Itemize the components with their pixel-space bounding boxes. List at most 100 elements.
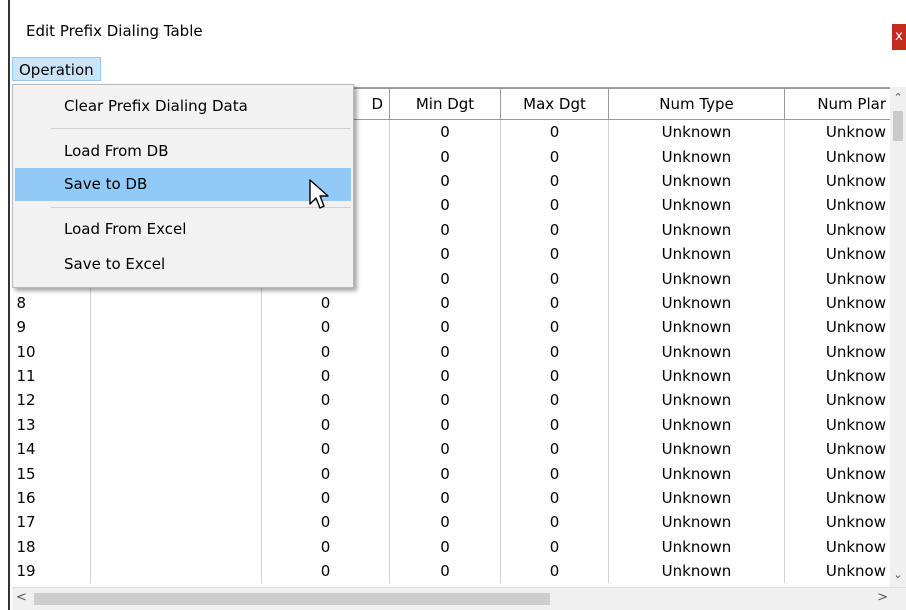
vertical-scroll-thumb[interactable] [893, 111, 903, 141]
max-dgt-cell[interactable]: 0 [500, 510, 609, 535]
num-type-cell[interactable]: Unknown [608, 339, 785, 364]
num-plan-cell[interactable]: Unknow [784, 412, 891, 438]
table-row[interactable]: 18 0 0 0 Unknown Unknow [12, 534, 891, 560]
num-type-cell[interactable]: Unknown [608, 290, 785, 316]
min-dgt-cell[interactable]: 0 [389, 241, 501, 267]
row-index-cell[interactable]: 15 [12, 461, 91, 486]
row-index-cell[interactable]: 13 [12, 412, 91, 438]
min-dgt-cell[interactable]: 0 [389, 315, 501, 340]
table-row[interactable]: 19 0 0 0 Unknown Unknow [12, 559, 891, 584]
chevron-right-icon[interactable]: > [877, 590, 888, 605]
row-cell[interactable]: 0 [261, 437, 390, 462]
table-row[interactable]: 16 0 0 0 Unknown Unknow [12, 485, 891, 511]
row-cell[interactable] [90, 461, 262, 486]
row-cell[interactable]: 0 [261, 290, 390, 316]
num-plan-cell[interactable]: Unknow [784, 290, 891, 316]
row-cell[interactable]: 0 [261, 412, 390, 438]
max-dgt-cell[interactable]: 0 [500, 193, 609, 218]
max-dgt-cell[interactable]: 0 [500, 437, 609, 462]
min-dgt-cell[interactable]: 0 [389, 266, 501, 291]
min-dgt-cell[interactable]: 0 [389, 461, 501, 486]
num-plan-cell[interactable]: Unknow [784, 217, 891, 242]
num-type-cell[interactable]: Unknown [608, 144, 785, 169]
num-type-cell[interactable]: Unknown [608, 388, 785, 413]
row-cell[interactable]: 0 [261, 363, 390, 389]
row-cell[interactable] [90, 485, 262, 511]
column-header-max-dgt[interactable]: Max Dgt [500, 88, 609, 120]
min-dgt-cell[interactable]: 0 [389, 339, 501, 364]
row-index-cell[interactable]: 10 [12, 339, 91, 364]
max-dgt-cell[interactable]: 0 [500, 485, 609, 511]
num-type-cell[interactable]: Unknown [608, 119, 785, 145]
max-dgt-cell[interactable]: 0 [500, 559, 609, 584]
num-plan-cell[interactable]: Unknow [784, 534, 891, 560]
row-index-cell[interactable]: 14 [12, 437, 91, 462]
row-cell[interactable]: 0 [261, 510, 390, 535]
horizontal-scroll-thumb[interactable] [34, 593, 550, 605]
min-dgt-cell[interactable]: 0 [389, 485, 501, 511]
row-index-cell[interactable]: 8 [12, 290, 91, 316]
table-row[interactable]: 14 0 0 0 Unknown Unknow [12, 437, 891, 462]
max-dgt-cell[interactable]: 0 [500, 534, 609, 560]
min-dgt-cell[interactable]: 0 [389, 168, 501, 194]
max-dgt-cell[interactable]: 0 [500, 388, 609, 413]
row-cell[interactable] [90, 534, 262, 560]
num-type-cell[interactable]: Unknown [608, 168, 785, 194]
max-dgt-cell[interactable]: 0 [500, 217, 609, 242]
max-dgt-cell[interactable]: 0 [500, 241, 609, 267]
row-cell[interactable] [90, 510, 262, 535]
num-type-cell[interactable]: Unknown [608, 559, 785, 584]
num-type-cell[interactable]: Unknown [608, 437, 785, 462]
num-type-cell[interactable]: Unknown [608, 534, 785, 560]
row-cell[interactable] [90, 388, 262, 413]
num-plan-cell[interactable]: Unknow [784, 363, 891, 389]
row-index-cell[interactable]: 12 [12, 388, 91, 413]
max-dgt-cell[interactable]: 0 [500, 461, 609, 486]
horizontal-scrollbar[interactable]: < > [12, 587, 906, 610]
num-plan-cell[interactable]: Unknow [784, 559, 891, 584]
table-row[interactable]: 9 0 0 0 Unknown Unknow [12, 315, 891, 340]
row-cell[interactable]: 0 [261, 315, 390, 340]
max-dgt-cell[interactable]: 0 [500, 339, 609, 364]
row-cell[interactable] [90, 437, 262, 462]
max-dgt-cell[interactable]: 0 [500, 412, 609, 438]
num-plan-cell[interactable]: Unknow [784, 388, 891, 413]
num-plan-cell[interactable]: Unknow [784, 168, 891, 194]
row-index-cell[interactable]: 18 [12, 534, 91, 560]
menu-item-load-from-db[interactable]: Load From DB [15, 135, 351, 168]
num-plan-cell[interactable]: Unknow [784, 119, 891, 145]
row-cell[interactable] [90, 315, 262, 340]
min-dgt-cell[interactable]: 0 [389, 510, 501, 535]
num-type-cell[interactable]: Unknown [608, 412, 785, 438]
row-cell[interactable] [90, 363, 262, 389]
table-row[interactable]: 13 0 0 0 Unknown Unknow [12, 412, 891, 438]
min-dgt-cell[interactable]: 0 [389, 363, 501, 389]
num-type-cell[interactable]: Unknown [608, 266, 785, 291]
num-type-cell[interactable]: Unknown [608, 315, 785, 340]
table-row[interactable]: 15 0 0 0 Unknown Unknow [12, 461, 891, 486]
num-plan-cell[interactable]: Unknow [784, 510, 891, 535]
num-type-cell[interactable]: Unknown [608, 193, 785, 218]
table-row[interactable]: 10 0 0 0 Unknown Unknow [12, 339, 891, 364]
num-type-cell[interactable]: Unknown [608, 217, 785, 242]
menu-item-clear-prefix-dialing-data[interactable]: Clear Prefix Dialing Data [15, 90, 351, 123]
num-type-cell[interactable]: Unknown [608, 363, 785, 389]
row-index-cell[interactable]: 11 [12, 363, 91, 389]
num-plan-cell[interactable]: Unknow [784, 461, 891, 486]
min-dgt-cell[interactable]: 0 [389, 217, 501, 242]
row-cell[interactable]: 0 [261, 534, 390, 560]
table-row[interactable]: 17 0 0 0 Unknown Unknow [12, 510, 891, 535]
vertical-scrollbar[interactable]: ⌃ ⌄ [890, 87, 906, 587]
num-plan-cell[interactable]: Unknow [784, 315, 891, 340]
column-header-num-plan[interactable]: Num Plar [784, 88, 891, 120]
chevron-down-icon[interactable]: ⌄ [890, 568, 906, 581]
min-dgt-cell[interactable]: 0 [389, 412, 501, 438]
row-index-cell[interactable]: 9 [12, 315, 91, 340]
chevron-up-icon[interactable]: ⌃ [890, 91, 906, 104]
table-row[interactable]: 11 0 0 0 Unknown Unknow [12, 363, 891, 389]
row-cell[interactable] [90, 412, 262, 438]
menu-item-save-to-excel[interactable]: Save to Excel [15, 248, 351, 281]
chevron-left-icon[interactable]: < [16, 590, 27, 605]
table-row[interactable]: 12 0 0 0 Unknown Unknow [12, 388, 891, 413]
close-button[interactable]: x [892, 24, 906, 50]
